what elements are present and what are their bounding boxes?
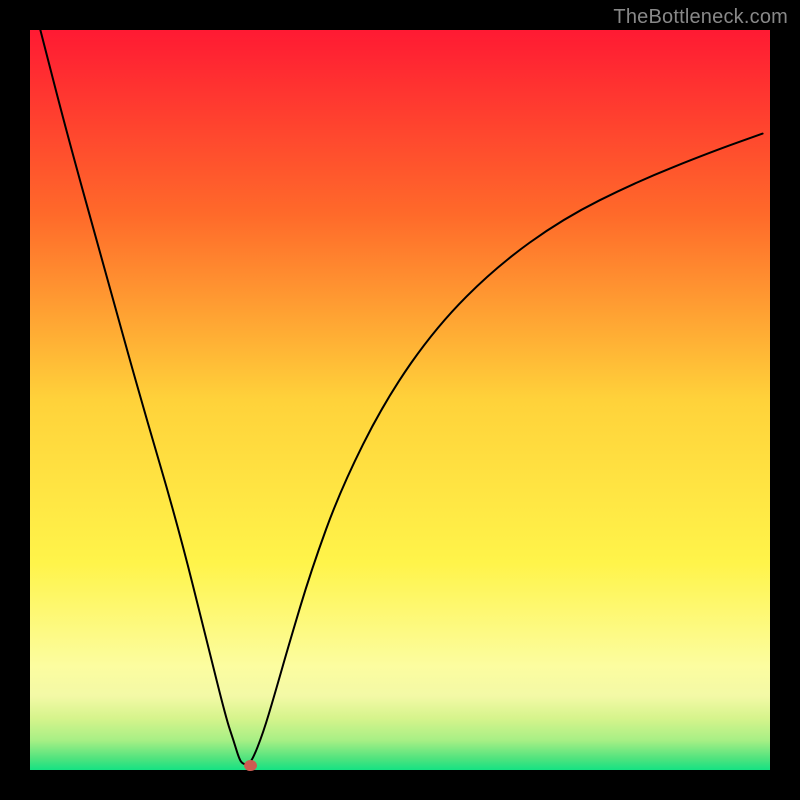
chart-container: TheBottleneck.com bbox=[0, 0, 800, 800]
watermark-text: TheBottleneck.com bbox=[613, 6, 788, 29]
min-marker bbox=[244, 760, 257, 771]
chart-svg bbox=[0, 0, 800, 800]
